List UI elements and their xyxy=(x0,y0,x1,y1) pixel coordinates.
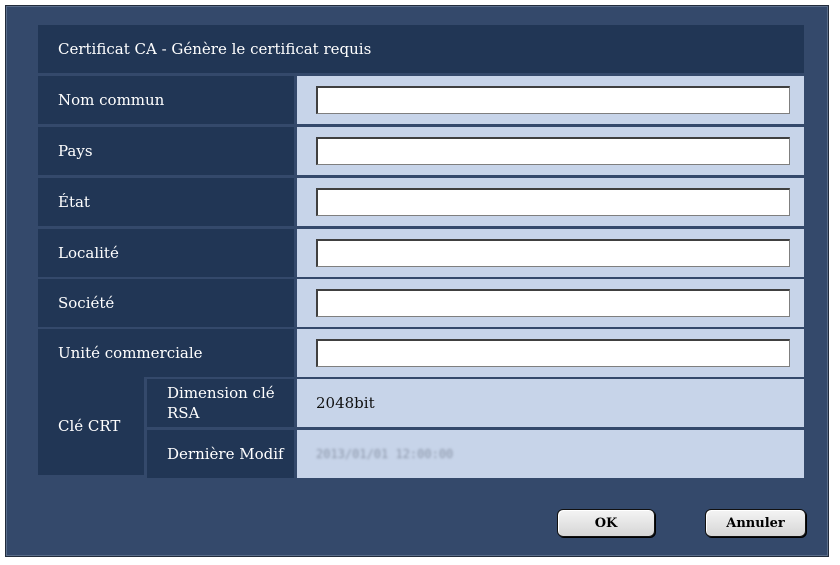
organizational-unit-input[interactable] xyxy=(316,339,790,367)
common-name-row: Nom commun xyxy=(38,76,804,124)
country-input[interactable] xyxy=(316,137,790,165)
cancel-button[interactable]: Annuler xyxy=(705,509,806,537)
country-label: Pays xyxy=(38,127,294,175)
organizational-unit-cell xyxy=(297,329,804,377)
state-label: État xyxy=(38,178,294,226)
organization-row: Société xyxy=(38,279,804,327)
common-name-label: Nom commun xyxy=(38,76,294,124)
organizational-unit-row: Unité commerciale xyxy=(38,329,804,377)
crt-key-label: Clé CRT xyxy=(38,377,144,475)
rsa-key-size-label: Dimension clé RSA xyxy=(147,379,294,427)
state-row: État xyxy=(38,178,804,226)
ok-button[interactable]: OK xyxy=(557,509,655,537)
locality-input[interactable] xyxy=(316,239,790,267)
common-name-input[interactable] xyxy=(316,86,790,114)
country-cell xyxy=(297,127,804,175)
organization-input[interactable] xyxy=(316,289,790,317)
rsa-key-size-value: 2048bit xyxy=(297,379,804,427)
rsa-key-size-text: 2048bit xyxy=(316,394,375,412)
state-input[interactable] xyxy=(316,188,790,216)
country-row: Pays xyxy=(38,127,804,175)
last-modified-label: Dernière Modif xyxy=(147,430,294,478)
organization-label: Société xyxy=(38,279,294,327)
last-modified-text: 2013/01/01 12:00:00 xyxy=(316,447,454,461)
locality-row: Localité xyxy=(38,229,804,277)
organizational-unit-label: Unité commerciale xyxy=(38,329,294,377)
dialog-title: Certificat CA - Génère le certificat req… xyxy=(38,25,804,73)
state-cell xyxy=(297,178,804,226)
organization-cell xyxy=(297,279,804,327)
last-modified-value: 2013/01/01 12:00:00 xyxy=(297,430,804,478)
common-name-cell xyxy=(297,76,804,124)
locality-label: Localité xyxy=(38,229,294,277)
locality-cell xyxy=(297,229,804,277)
